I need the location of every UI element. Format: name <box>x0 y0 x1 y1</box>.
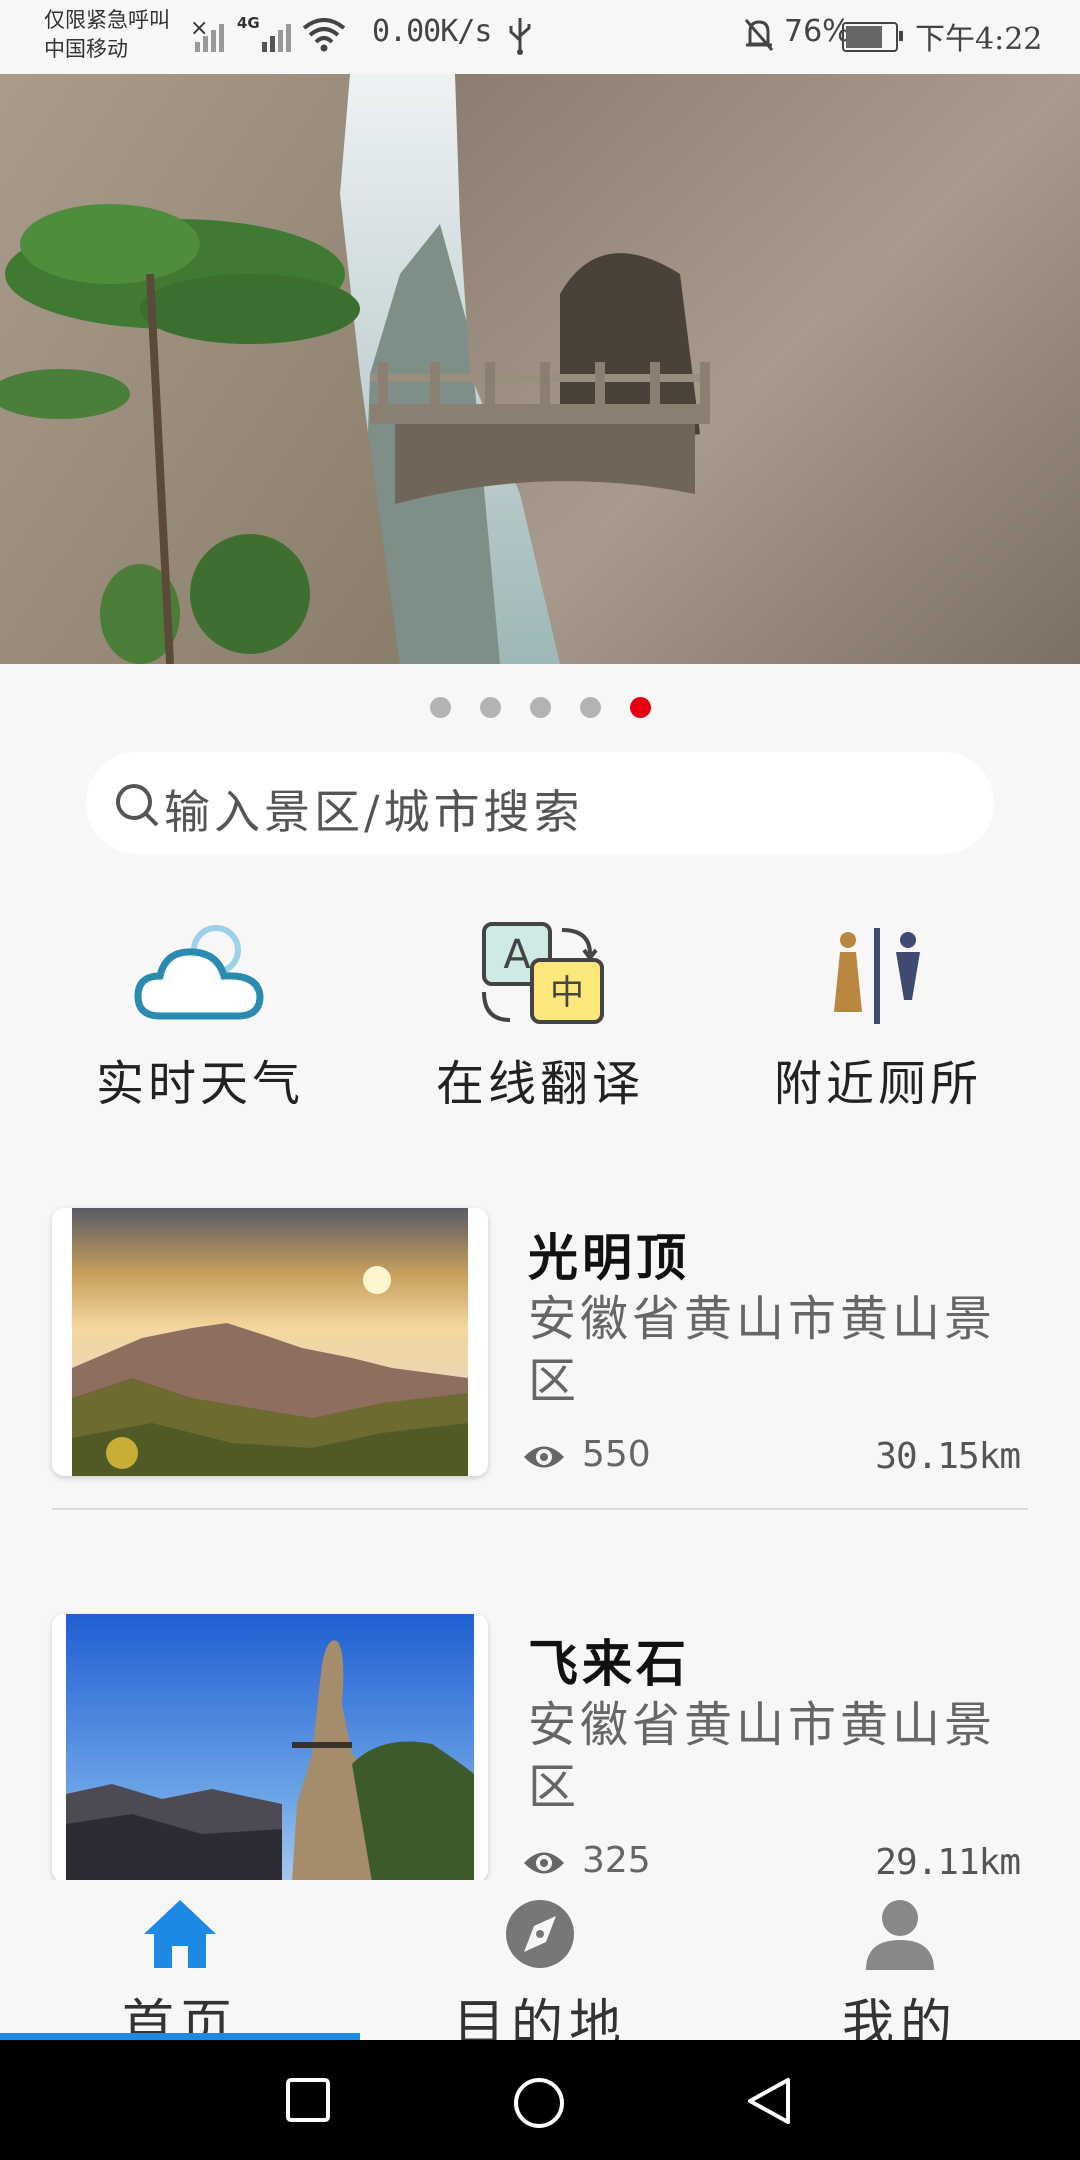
home-icon <box>144 1900 216 1968</box>
views-eye-icon <box>524 1446 564 1468</box>
carrier-text: 仅限紧急呼叫 中国移动 <box>44 6 170 64</box>
search-icon <box>116 784 159 827</box>
active-tab-indicator <box>0 2033 360 2040</box>
spot-address: 安徽省黄山市黄山景区 <box>528 1697 997 1815</box>
tab-home[interactable]: 首页 <box>0 1880 360 2055</box>
weather-entry[interactable]: 实时天气 <box>50 920 350 1114</box>
usb-icon <box>509 18 531 55</box>
tab-profile[interactable]: 我的 <box>720 1880 1080 2055</box>
system-nav-bar <box>0 2040 1080 2160</box>
restroom-icon <box>834 928 920 1024</box>
svg-text:中: 中 <box>550 973 584 1013</box>
clock: 下午4:22 <box>915 22 1043 57</box>
list-divider <box>52 1508 1028 1510</box>
banner-carousel[interactable] <box>0 74 1080 664</box>
back-icon[interactable] <box>744 2076 794 2126</box>
battery-icon <box>842 22 903 52</box>
search-input[interactable]: 输入景区/城市搜索 <box>86 752 994 854</box>
translate-icon: A 中 <box>482 922 604 1024</box>
spot-views: 550 <box>582 1434 651 1475</box>
spot-distance: 30.15km <box>875 1436 1021 1477</box>
status-bar: 仅限紧急呼叫 中国移动 × 4G 0.00K/s 76% 下午4:22 <box>0 0 1080 72</box>
restroom-label: 附近厕所 <box>773 1056 982 1112</box>
spot-thumbnail <box>52 1208 488 1476</box>
translate-entry[interactable]: A 中 在线翻译 <box>390 920 690 1114</box>
carousel-dot[interactable] <box>529 697 551 718</box>
signal-icon-2 <box>262 18 291 52</box>
spot-distance: 29.11km <box>875 1842 1021 1883</box>
carousel-dot-active[interactable] <box>629 697 651 718</box>
carousel-dot[interactable] <box>479 697 501 718</box>
network-type: 4G <box>237 14 260 32</box>
carousel-indicator <box>0 697 1080 718</box>
battery-percent: 76% <box>784 14 851 49</box>
mute-bell-icon <box>744 19 774 51</box>
carrier-line-2: 中国移动 <box>44 37 128 61</box>
wifi-icon <box>302 18 346 52</box>
tab-destination[interactable]: 目的地 <box>360 1880 720 2055</box>
spot-card[interactable]: 光明顶 安徽省黄山市黄山景区 550 30.15km <box>52 1208 1028 1478</box>
user-icon <box>866 1900 934 1970</box>
weather-label: 实时天气 <box>95 1056 304 1112</box>
signal-icon-1 <box>195 18 224 52</box>
home-nav-icon[interactable] <box>512 2076 566 2130</box>
carousel-dot[interactable] <box>579 697 601 718</box>
spot-name: 光明顶 <box>528 1228 690 1287</box>
carousel-dot[interactable] <box>429 697 451 718</box>
translate-label: 在线翻译 <box>435 1056 644 1112</box>
spot-card[interactable]: 飞来石 安徽省黄山市黄山景区 325 29.11km <box>52 1614 1028 1884</box>
spot-name: 飞来石 <box>528 1634 690 1693</box>
weather-cloud-icon <box>134 925 264 1020</box>
svg-text:A: A <box>503 932 531 978</box>
recents-icon[interactable] <box>284 2076 332 2124</box>
views-eye-icon <box>524 1852 564 1874</box>
search-placeholder: 输入景区/城市搜索 <box>164 785 584 839</box>
spot-address: 安徽省黄山市黄山景区 <box>528 1291 997 1409</box>
spot-views: 325 <box>582 1840 651 1881</box>
bottom-tab-bar: 首页 目的地 我的 <box>0 1880 1080 2055</box>
network-speed: 0.00K/s <box>372 14 492 49</box>
spot-thumbnail <box>52 1614 488 1882</box>
carrier-line-1: 仅限紧急呼叫 <box>44 8 170 32</box>
restroom-entry[interactable]: 附近厕所 <box>728 920 1028 1114</box>
compass-icon <box>506 1900 574 1968</box>
banner-image <box>0 74 1080 664</box>
